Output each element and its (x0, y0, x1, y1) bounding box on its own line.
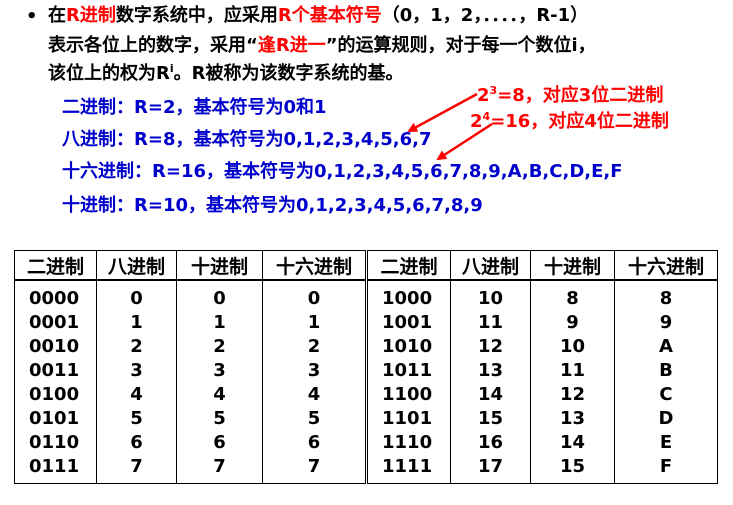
table-cell: 5 (213, 408, 226, 429)
table-cell: 7 (130, 456, 143, 477)
table-cell: 9 (566, 312, 579, 333)
table-header-row: 二进制 八进制 十进制 十六进制 二进制 八进制 十进制 十六进制 (14, 250, 718, 281)
table-cell: 1101 (382, 408, 433, 429)
header-decimal: 十进制 (530, 250, 615, 281)
table-cell: 12 (477, 336, 504, 357)
column-octal-low: 0 1 2 3 4 5 6 7 (96, 280, 177, 484)
table-cell: 1110 (382, 432, 433, 453)
header-decimal: 十进制 (176, 250, 263, 281)
table-cell: 0011 (29, 360, 80, 381)
table-cell: 6 (130, 432, 143, 453)
column-binary-low: 0000 0001 0010 0011 0100 0101 0110 0111 (14, 280, 97, 484)
table-cell: 0 (130, 288, 143, 309)
table-cell: 2 (213, 336, 226, 357)
table-cell: 6 (213, 432, 226, 453)
table-cell: 4 (307, 384, 321, 405)
conversion-table: 二进制 八进制 十进制 十六进制 二进制 八进制 十进制 十六进制 0000 0… (14, 250, 718, 484)
header-hex: 十六进制 (262, 250, 368, 281)
table-cell: F (659, 456, 673, 477)
table-cell: 16 (477, 432, 504, 453)
table-cell: 1 (307, 312, 321, 333)
table-cell: 7 (213, 456, 226, 477)
column-hex-high: 8 9 A B C D E F (614, 280, 718, 484)
table-cell: 0100 (29, 384, 80, 405)
table-cell: 8 (566, 288, 579, 309)
column-octal-high: 10 11 12 13 14 15 16 17 (450, 280, 531, 484)
arrow-to-hex (436, 122, 493, 161)
table-cell: 17 (477, 456, 504, 477)
table-cell: 2 (307, 336, 321, 357)
table-cell: 1010 (382, 336, 433, 357)
header-octal: 八进制 (96, 250, 177, 281)
table-cell: 0110 (29, 432, 80, 453)
table-cell: 4 (130, 384, 143, 405)
table-cell: D (658, 408, 674, 429)
column-binary-high: 1000 1001 1010 1011 1100 1101 1110 1111 (366, 280, 451, 484)
table-cell: 5 (307, 408, 321, 429)
table-cell: 1 (130, 312, 143, 333)
table-cell: 6 (307, 432, 321, 453)
table-cell: 9 (659, 312, 673, 333)
header-hex: 十六进制 (614, 250, 718, 281)
table-cell: 10 (559, 336, 586, 357)
table-cell: 10 (477, 288, 504, 309)
table-cell: 0010 (29, 336, 80, 357)
table-cell: 3 (213, 360, 226, 381)
table-cell: 4 (213, 384, 226, 405)
table-cell: 3 (307, 360, 321, 381)
table-cell: B (659, 360, 673, 381)
table-cell: 0000 (29, 288, 80, 309)
table-cell: 15 (477, 408, 504, 429)
table-cell: 7 (307, 456, 321, 477)
column-decimal-low: 0 1 2 3 4 5 6 7 (176, 280, 263, 484)
header-binary: 二进制 (14, 250, 97, 281)
column-hex-low: 0 1 2 3 4 5 6 7 (262, 280, 368, 484)
table-cell: 14 (559, 432, 586, 453)
table-cell: 11 (477, 312, 504, 333)
table-cell: 13 (477, 360, 504, 381)
table-cell: 5 (130, 408, 143, 429)
table-cell: 1100 (382, 384, 433, 405)
table-body-row: 0000 0001 0010 0011 0100 0101 0110 0111 … (14, 280, 718, 484)
table-cell: E (659, 432, 673, 453)
table-cell: A (659, 336, 673, 357)
table-cell: C (659, 384, 673, 405)
table-cell: 0 (307, 288, 321, 309)
table-cell: 0101 (29, 408, 80, 429)
table-cell: 0001 (29, 312, 80, 333)
annotation-arrows (407, 92, 493, 161)
table-cell: 1000 (382, 288, 433, 309)
column-decimal-high: 8 9 10 11 12 13 14 15 (530, 280, 615, 484)
table-cell: 1001 (382, 312, 433, 333)
table-cell: 13 (559, 408, 586, 429)
table-cell: 0111 (29, 456, 80, 477)
table-cell: 0 (213, 288, 226, 309)
table-cell: 1011 (382, 360, 433, 381)
table-cell: 1 (213, 312, 226, 333)
table-cell: 15 (559, 456, 586, 477)
header-octal: 八进制 (450, 250, 531, 281)
table-cell: 8 (659, 288, 673, 309)
header-binary: 二进制 (366, 250, 451, 281)
table-cell: 2 (130, 336, 143, 357)
table-cell: 1111 (382, 456, 433, 477)
arrow-to-octal (407, 92, 478, 133)
table-cell: 14 (477, 384, 504, 405)
table-cell: 12 (559, 384, 586, 405)
table-cell: 3 (130, 360, 143, 381)
table-cell: 11 (559, 360, 586, 381)
